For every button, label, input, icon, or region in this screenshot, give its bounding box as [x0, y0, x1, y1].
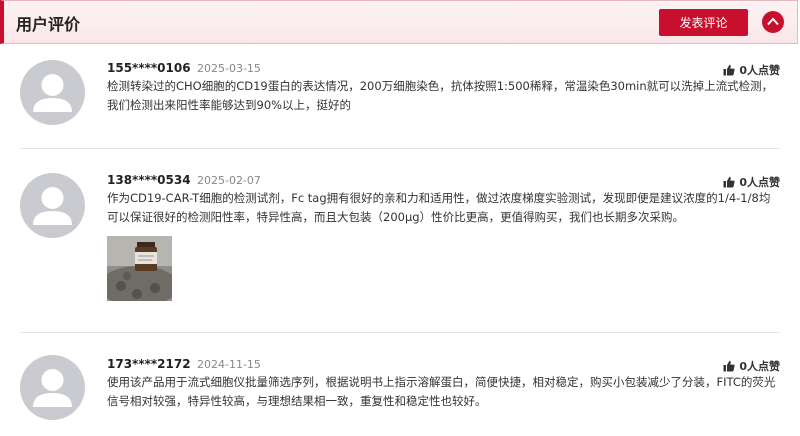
- divider: [20, 148, 780, 149]
- review-text: 检测转染过的CHO细胞的CD19蛋白的表达情况，200万细胞染色，抗体按照1:5…: [107, 79, 774, 112]
- review-date: 2025-03-15: [197, 62, 261, 75]
- collapse-button[interactable]: [762, 11, 784, 33]
- avatar: [20, 355, 85, 420]
- like-button[interactable]: 0人点赞: [723, 62, 780, 78]
- chevron-up-icon: [767, 17, 779, 26]
- review-photo[interactable]: [107, 236, 172, 301]
- review-text: 作为CD19-CAR-T细胞的检测试剂，Fc tag拥有很好的亲和力和适用性，做…: [107, 191, 771, 224]
- like-count: 0人点赞: [739, 64, 780, 77]
- user-icon: [33, 187, 72, 225]
- thumbs-up-icon: [723, 176, 735, 188]
- reviewer-name: 173****2172: [107, 357, 191, 371]
- user-icon: [33, 74, 72, 112]
- review-date: 2025-02-07: [197, 174, 261, 187]
- user-icon: [33, 369, 72, 407]
- like-count: 0人点赞: [739, 176, 780, 189]
- divider: [20, 332, 780, 333]
- thumbs-up-icon: [723, 360, 735, 372]
- like-button[interactable]: 0人点赞: [723, 358, 780, 374]
- avatar: [20, 173, 85, 238]
- reviewer-name: 138****0534: [107, 173, 191, 187]
- thumbs-up-icon: [723, 64, 735, 76]
- review-text: 使用该产品用于流式细胞仪批量筛选序列，根据说明书上指示溶解蛋白，简便快捷，相对稳…: [107, 375, 776, 408]
- photo-thumbnail: [107, 236, 172, 301]
- post-review-button[interactable]: 发表评论: [659, 9, 748, 36]
- reviews-title: 用户评价: [16, 15, 81, 34]
- review-date: 2024-11-15: [197, 358, 261, 371]
- like-button[interactable]: 0人点赞: [723, 174, 780, 190]
- reviewer-name: 155****0106: [107, 61, 191, 75]
- avatar: [20, 60, 85, 125]
- like-count: 0人点赞: [739, 360, 780, 373]
